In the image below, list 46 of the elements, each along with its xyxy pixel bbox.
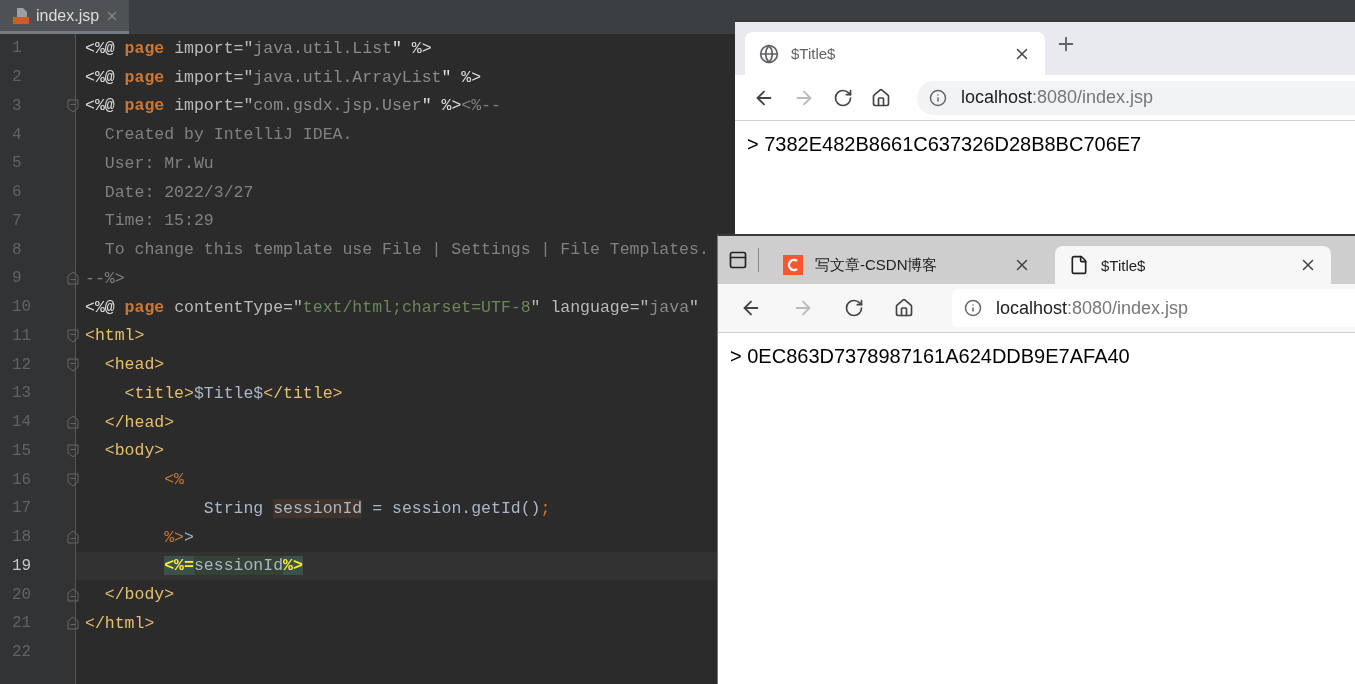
home-icon[interactable]	[894, 298, 914, 318]
browser-tab[interactable]: 写文章-CSDN博客	[769, 246, 1045, 284]
code-line: <%@ page contentType="text/html;charset=UTF-8" language="java"	[85, 297, 699, 317]
code-line: <%@ page import="com.gsdx.jsp.User" %><%--	[85, 96, 501, 116]
code-line: String sessionId = session.getId();	[202, 498, 551, 518]
code-line: <body>	[103, 441, 165, 461]
code-line: Time: 15:29	[103, 211, 214, 231]
file-icon	[12, 6, 30, 25]
tab-title: $Title$	[791, 45, 837, 62]
code-line: User: Mr.Wu	[103, 153, 214, 173]
tab-title: 写文章-CSDN博客	[815, 255, 939, 275]
info-icon[interactable]	[964, 299, 982, 317]
code-line: <%@ page import="java.util.List" %>	[85, 38, 432, 58]
code-line: <%	[163, 470, 185, 490]
page-text: > 7382E482B8661C637326D28B8BC706E7	[747, 133, 1142, 155]
code-line: <title>$Title$</title>	[123, 383, 343, 403]
code-line: Date: 2022/3/27	[103, 182, 254, 202]
tab-title: $Title$	[1101, 256, 1147, 274]
code-line: </body>	[103, 585, 175, 605]
reload-icon[interactable]	[833, 87, 853, 108]
code-line: </html>	[85, 613, 155, 633]
code-line: %>>	[163, 527, 194, 547]
browser-tab[interactable]: $Title$	[745, 32, 1045, 75]
page-text: > 0EC863D7378987161A624DDB9E7AFA40	[730, 345, 1130, 367]
line-number: 19	[11, 556, 33, 575]
home-icon[interactable]	[871, 87, 891, 108]
globe-icon	[759, 43, 779, 64]
code-line: </head>	[103, 412, 175, 432]
tab-actions-icon[interactable]	[728, 250, 748, 270]
code-line: <%@ page import="java.util.ArrayList" %>	[85, 67, 482, 87]
file-tab[interactable]: index.jsp	[0, 0, 130, 34]
reload-icon[interactable]	[844, 298, 864, 318]
address-bar[interactable]: localhost:8080/index.jsp	[952, 289, 1355, 327]
url-text: localhost:8080/index.jsp	[996, 297, 1189, 319]
address-bar[interactable]: localhost:8080/index.jsp	[917, 80, 1355, 115]
code-line: <%=sessionId%>	[163, 556, 303, 576]
browser-tab[interactable]: $Title$	[1055, 246, 1331, 284]
code-line: Created by IntelliJ IDEA.	[103, 125, 353, 145]
logo-icon	[783, 255, 803, 275]
code-line: <html>	[85, 326, 145, 346]
info-icon[interactable]	[929, 88, 947, 107]
code-line: --%>	[85, 268, 125, 288]
code-line: <head>	[103, 355, 165, 375]
url-text: localhost:8080/index.jsp	[961, 87, 1154, 108]
code-line: To change this template use File | Settings | File Templates.	[103, 240, 709, 260]
page-icon	[1069, 255, 1089, 275]
